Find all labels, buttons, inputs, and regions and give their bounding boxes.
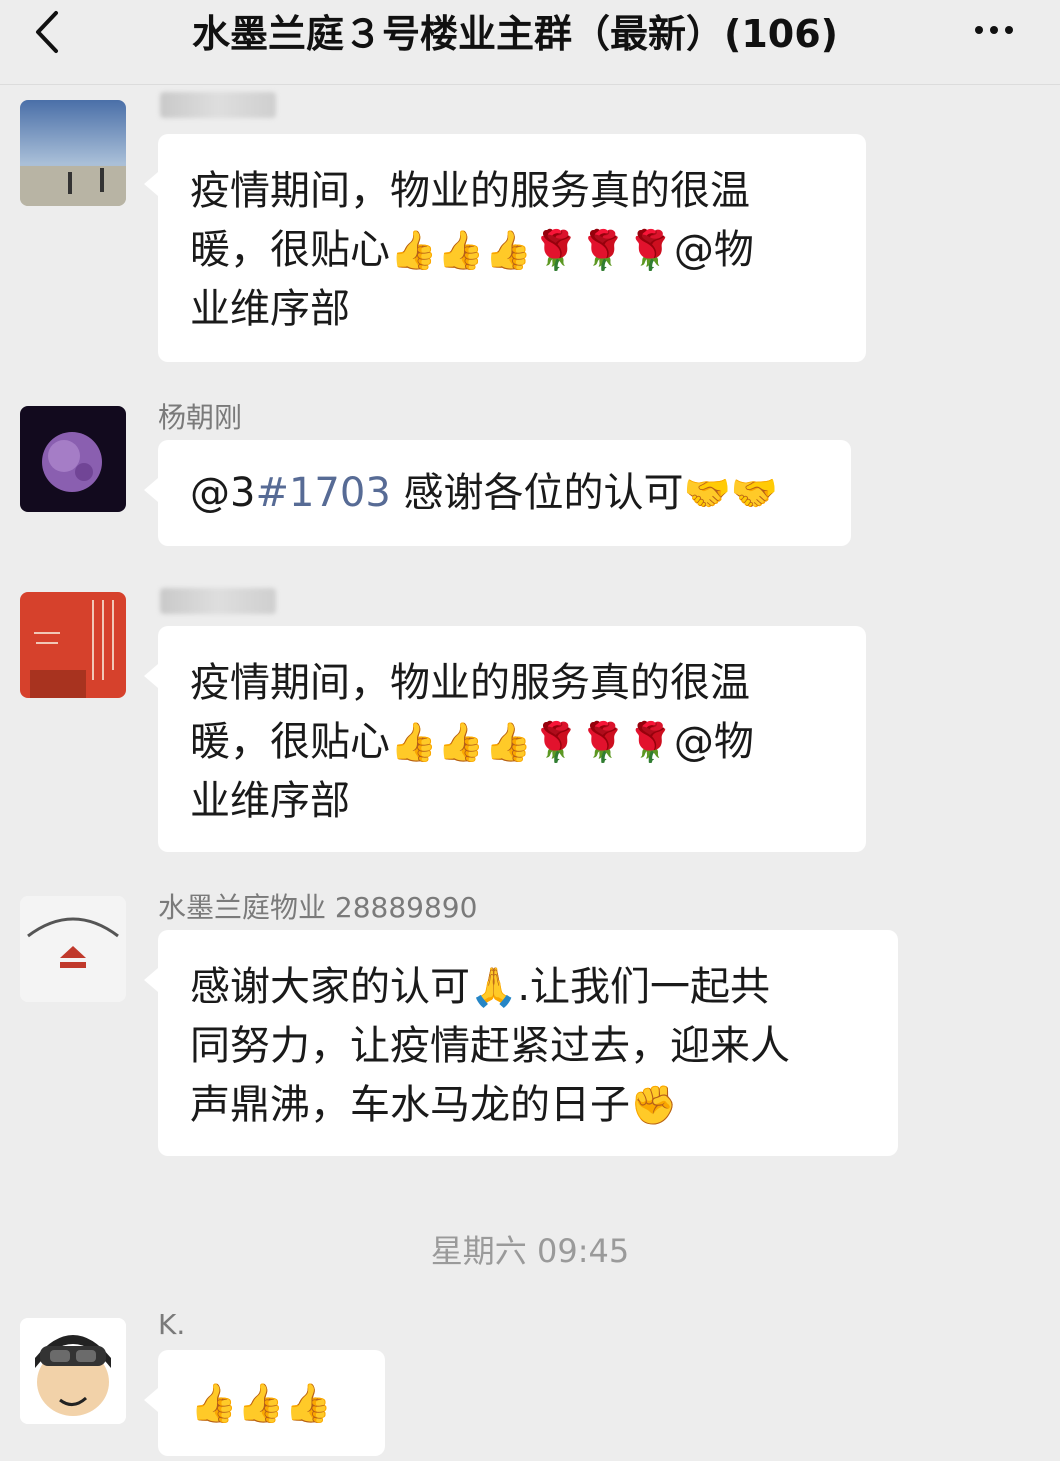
sender-name: 杨朝刚 — [158, 401, 243, 434]
message-bubble[interactable]: @3#1703 感谢各位的认可🤝🤝 — [144, 440, 851, 546]
back-button[interactable] — [22, 4, 72, 60]
beach-photo-icon — [20, 100, 126, 206]
thumbs-rose-emoji: 👍👍👍🌹🌹🌹 — [390, 720, 674, 764]
thumbs-rose-emoji: 👍👍👍🌹🌹🌹 — [390, 228, 674, 272]
avatar[interactable] — [20, 406, 126, 512]
moon-photo-icon — [20, 406, 126, 512]
more-options-button[interactable] — [964, 8, 1024, 52]
timestamp: 星期六 09:45 — [430, 1232, 630, 1270]
red-poster-icon — [20, 592, 126, 698]
sender-name: 水墨兰庭物业 28889890 — [158, 891, 478, 924]
sender-name: K. — [158, 1308, 186, 1341]
message-bubble[interactable]: 感谢大家的认可🙏.让我们一起共 同努力，让疫情赶紧过去，迎来人 声鼎沸，车水马龙… — [144, 930, 898, 1156]
sender-name-blurred — [160, 588, 276, 614]
property-logo-icon — [20, 896, 126, 1002]
avatar[interactable] — [20, 896, 126, 1002]
handshake-emoji: 🤝🤝 — [683, 471, 779, 515]
mention-number[interactable]: #1703 — [255, 470, 390, 516]
fist-emoji: ✊ — [630, 1083, 678, 1127]
avatar[interactable] — [20, 1318, 126, 1424]
chevron-left-icon — [36, 11, 58, 53]
avatar[interactable] — [20, 592, 126, 698]
chat-title: 水墨兰庭３号楼业主群（最新）(106) — [191, 11, 839, 56]
more-dots-icon — [975, 26, 983, 34]
message-bubble[interactable]: 疫情期间，物业的服务真的很温 暖，很贴心👍👍👍🌹🌹🌹@物 业维序部 — [144, 134, 866, 362]
thumbs-up-emoji: 👍👍👍 — [190, 1381, 332, 1425]
message-bubble[interactable]: 👍👍👍 — [144, 1350, 385, 1456]
avatar[interactable] — [20, 100, 126, 206]
praying-hands-emoji: 🙏 — [470, 965, 518, 1009]
mention[interactable]: @3 — [190, 470, 255, 516]
sender-name-blurred — [160, 92, 276, 118]
message-bubble[interactable]: 疫情期间，物业的服务真的很温 暖，很贴心👍👍👍🌹🌹🌹@物 业维序部 — [144, 626, 866, 852]
cartoon-soldier-icon — [20, 1318, 126, 1424]
chat-header: 水墨兰庭３号楼业主群（最新）(106) — [0, 0, 1060, 85]
